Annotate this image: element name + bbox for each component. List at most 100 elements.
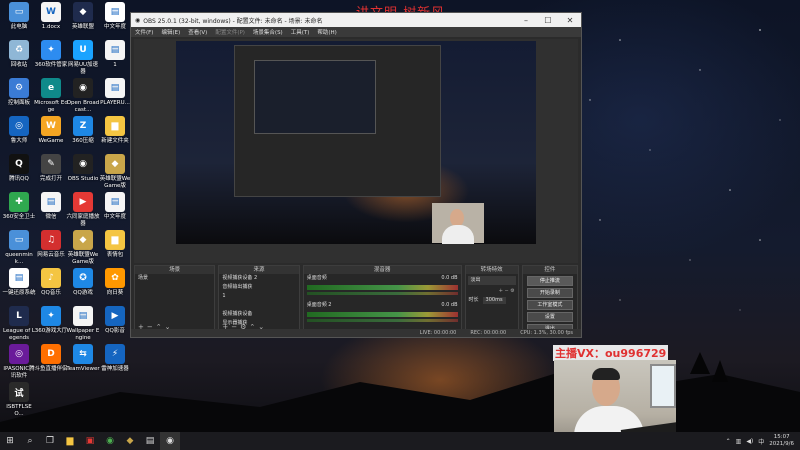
desktop-icon[interactable]: 试 ISBTFLSEO... <box>2 382 36 417</box>
scene-item[interactable]: 场景 <box>135 274 214 283</box>
desktop-icon[interactable]: ✎ 完成打开 <box>34 154 68 183</box>
desktop-icon[interactable]: ▤ 一键还原系统 <box>2 268 36 297</box>
game-icon[interactable]: ◆ <box>120 432 140 450</box>
desktop-icon[interactable]: ▤ 中文年度 <box>98 192 132 221</box>
volume-icon[interactable]: ◀) <box>746 438 753 445</box>
menu-scene-collection[interactable]: 场景集合(S) <box>253 28 283 36</box>
desktop-icon[interactable]: ♫ 网易云音乐 <box>34 230 68 259</box>
desktop-icon[interactable]: ▆ 新建文件夹 <box>98 116 132 145</box>
desktop-icon[interactable]: D 斗鱼直播伴侣 <box>34 344 68 373</box>
app-icon: Z <box>73 116 93 136</box>
desktop-icon[interactable]: ▭ 此电脑 <box>2 2 36 31</box>
source-item[interactable]: 1 <box>219 292 298 301</box>
stop-streaming-button[interactable]: 停止推流 <box>526 276 573 286</box>
start-recording-button[interactable]: 开始录制 <box>526 288 573 298</box>
obs-window-title: OBS 25.0.1 (32-bit, windows) - 配置文件: 未命名… <box>143 17 323 25</box>
desktop-icon[interactable]: ⇆ TeamViewer <box>66 344 100 373</box>
studio-mode-button[interactable]: 工作室模式 <box>526 300 573 310</box>
app-icon: ✎ <box>41 154 61 174</box>
close-icon[interactable]: ✕ <box>559 16 581 25</box>
menu-tools[interactable]: 工具(T) <box>291 28 310 36</box>
source-item[interactable]: 音频输出捕获 <box>219 283 298 292</box>
source-item[interactable] <box>219 301 298 310</box>
desktop-icon[interactable]: ◎ IPASONIC腾讯软件 <box>2 344 36 379</box>
desktop-icon[interactable]: ▤ 中文年度 <box>98 2 132 31</box>
minimize-icon[interactable]: – <box>515 16 537 25</box>
desktop-icon[interactable]: ◉ Open Broadcast... <box>66 78 100 113</box>
desktop-icon[interactable]: ✦ 360软件管家 <box>34 40 68 69</box>
desktop-icon[interactable]: ▤ 微信 <box>34 192 68 221</box>
desktop-icon[interactable]: Q 腾讯QQ <box>2 154 36 183</box>
task-view-icon[interactable]: ❐ <box>40 432 60 450</box>
source-item[interactable]: 视频捕获设备 <box>219 310 298 319</box>
obs-logo-icon: ◉ <box>135 16 141 24</box>
desktop-icon-label: 1.docx <box>41 24 61 30</box>
desktop-icon[interactable]: ▤ 1 <box>98 40 132 69</box>
desktop-icon[interactable]: ▆ 表情包 <box>98 230 132 259</box>
desktop-icon[interactable]: W 1.docx <box>34 2 68 31</box>
menu-profile[interactable]: 配置文件(P) <box>215 28 245 36</box>
app-icon: ▭ <box>9 230 29 250</box>
menu-edit[interactable]: 编辑(E) <box>161 28 180 36</box>
desktop-icon[interactable]: ✦ 360游戏大厅 <box>34 306 68 335</box>
desktop-icon[interactable]: ▶ QQ影音 <box>98 306 132 335</box>
desktop-icon[interactable]: ♪ QQ音乐 <box>34 268 68 297</box>
desktop-icon[interactable]: ◆ 英雄联盟WeGame版 <box>98 154 132 189</box>
cpu-status: CPU: 1.3%, 30.00 fps <box>520 330 573 336</box>
desktop-icon[interactable]: ♻ 回收站 <box>2 40 36 69</box>
start-button-icon[interactable]: ⊞ <box>0 432 20 450</box>
mixer-track-name: 桌面音频 2 <box>306 302 332 308</box>
desktop-icon[interactable]: ⚡ 雷神加速器 <box>98 344 132 373</box>
desktop-icon[interactable]: e Microsoft Edge <box>34 78 68 113</box>
desktop-icon[interactable]: ◉ OBS Studio <box>66 154 100 183</box>
desktop-icon[interactable]: ◆ 英雄联盟WeGame版 <box>66 230 100 265</box>
desktop-icon[interactable]: ▤ Wallpaper Engine <box>66 306 100 341</box>
transitions-panel-title: 转场特效 <box>465 266 518 274</box>
desktop-icon[interactable]: ▤ PLAYERU... <box>98 78 132 107</box>
transition-tools[interactable]: + − ⚙ <box>466 287 518 296</box>
tray-expand-icon[interactable]: ⌃ <box>726 438 731 445</box>
obs-taskbar-icon[interactable]: ◉ <box>160 432 180 450</box>
controls-panel: 控件 停止推流 开始录制 工作室模式 设置 退出 <box>521 265 578 334</box>
app-icon: ▶ <box>73 192 93 212</box>
taskbar-clock[interactable]: 15:07 2021/9/6 <box>769 434 794 448</box>
volume-slider[interactable] <box>306 319 458 322</box>
preview-canvas <box>176 41 536 244</box>
desktop-icon[interactable]: U 网易UU加速器 <box>66 40 100 75</box>
desktop-icon[interactable]: Z 360压缩 <box>66 116 100 145</box>
obs-preview[interactable] <box>134 39 578 263</box>
desktop-icon[interactable]: ▭ queenmink... <box>2 230 36 265</box>
menu-help[interactable]: 帮助(H) <box>317 28 336 36</box>
app-icon: ✦ <box>41 306 61 326</box>
document-icon[interactable]: ▤ <box>140 432 160 450</box>
desktop-icon[interactable]: ⚙ 控制面板 <box>2 78 36 107</box>
app-icon: ▆ <box>105 116 125 136</box>
store-icon[interactable]: ▣ <box>80 432 100 450</box>
ime-icon[interactable]: 中 <box>758 437 764 446</box>
transition-select[interactable]: 淡出 <box>467 276 516 285</box>
volume-slider[interactable] <box>306 292 458 295</box>
network-icon[interactable]: ▥ <box>736 438 742 445</box>
sources-panel-title: 来源 <box>219 266 299 274</box>
desktop-icon[interactable]: ◎ 鲁大师 <box>2 116 36 145</box>
desktop-icon[interactable]: ▶ 六同家庭播放器 <box>66 192 100 227</box>
desktop-icon[interactable]: L League of Legends <box>2 306 36 341</box>
search-icon[interactable]: ⌕ <box>20 432 40 450</box>
maximize-icon[interactable]: ☐ <box>537 16 559 25</box>
desktop-icon[interactable]: ✿ 向日葵 <box>98 268 132 297</box>
browser-icon[interactable]: ◉ <box>100 432 120 450</box>
desktop-icon[interactable]: W WeGame <box>34 116 68 145</box>
desktop-icon[interactable]: ✪ QQ游戏 <box>66 268 100 297</box>
source-item[interactable]: 视频捕获设备 2 <box>219 274 298 283</box>
desktop-icon[interactable]: ✚ 360安全卫士 <box>2 192 36 221</box>
obs-titlebar[interactable]: ◉ OBS 25.0.1 (32-bit, windows) - 配置文件: 未… <box>131 13 581 27</box>
menu-view[interactable]: 查看(V) <box>188 28 207 36</box>
app-icon: ◎ <box>9 116 29 136</box>
duration-input[interactable]: 300ms <box>482 297 506 304</box>
desktop-icon[interactable]: ◆ 英雄联盟 <box>66 2 100 31</box>
settings-button[interactable]: 设置 <box>526 312 573 322</box>
menu-file[interactable]: 文件(F) <box>135 28 153 36</box>
app-icon: ◆ <box>73 230 93 250</box>
obs-window[interactable]: ◉ OBS 25.0.1 (32-bit, windows) - 配置文件: 未… <box>130 12 582 338</box>
file-explorer-icon[interactable]: ▆ <box>60 432 80 450</box>
